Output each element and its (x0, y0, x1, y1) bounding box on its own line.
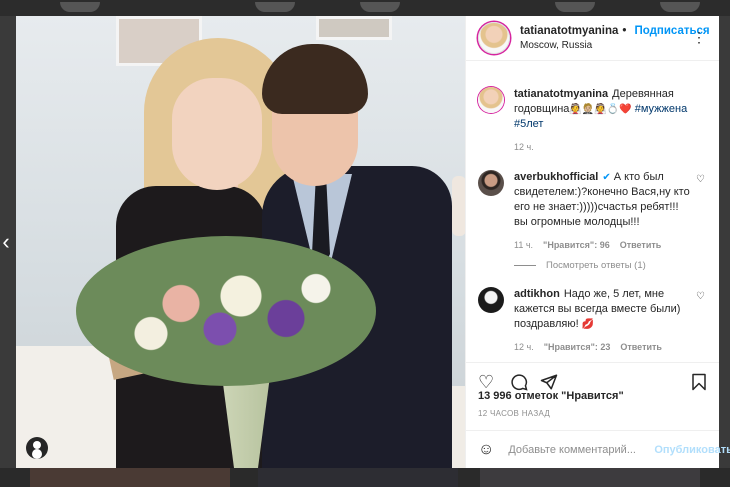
username-link[interactable]: tatianatotmyanina (520, 25, 618, 37)
bookmark-icon[interactable] (691, 373, 707, 394)
caption: tatianatotmyanina Деревянная годовщина👰🤵🏼… (466, 71, 719, 152)
likes-count[interactable]: 13 996 отметок "Нравится" (478, 390, 624, 402)
previous-post-arrow-icon[interactable]: ‹ (0, 231, 12, 253)
background-thumb (480, 468, 700, 487)
background-feed-bottom (0, 468, 730, 487)
header-line: tatianatotmyanina • Подписаться (520, 25, 710, 37)
photo-frame (316, 16, 392, 40)
comment-like-heart-icon[interactable]: ♡ (696, 174, 705, 185)
caption-text: tatianatotmyanina Деревянная годовщина👰🤵🏼… (514, 87, 691, 132)
publish-button[interactable]: Опубликовать (654, 444, 730, 456)
post-header: tatianatotmyanina • Подписаться Moscow, … (466, 16, 719, 61)
dot-separator: • (622, 25, 627, 37)
heart-icon[interactable]: ♡ (478, 373, 494, 391)
avatar[interactable] (478, 22, 510, 54)
comment-item: adtikhon Надо же, 5 лет, мне кажется вы в… (466, 287, 719, 352)
comment-time[interactable]: 11 ч. (514, 240, 533, 250)
emoji-smile-icon[interactable]: ☺ (478, 441, 494, 459)
background-thumb (660, 2, 700, 12)
comment-text: adtikhon Надо же, 5 лет, мне кажется вы в… (514, 287, 691, 332)
comment-username[interactable]: averbukhofficial (514, 171, 598, 183)
verified-badge-icon: ✔ (602, 172, 611, 183)
comment-item: averbukhofficial ✔ А кто был свидетелем:)?… (466, 170, 719, 250)
avatar[interactable] (478, 87, 504, 113)
comment-meta: 11 ч. "Нравится": 96 Ответить (514, 240, 691, 250)
more-options-icon[interactable]: ⋮ (692, 29, 707, 46)
comment-likes[interactable]: "Нравится": 96 (543, 240, 610, 250)
add-comment-bar: ☺ Опубликовать (466, 430, 730, 469)
comments-list[interactable]: tatianatotmyanina Деревянная годовщина👰🤵🏼… (466, 71, 719, 361)
avatar[interactable] (478, 287, 504, 313)
view-replies-label: Посмотреть ответы (1) (546, 260, 646, 271)
comment-emoji: 💋 (581, 319, 595, 330)
post-photo[interactable] (16, 16, 465, 468)
location-link[interactable]: Moscow, Russia (520, 40, 710, 51)
caption-meta: 12 ч. (514, 142, 691, 152)
reply-button[interactable]: Ответить (620, 342, 662, 352)
background-thumb (60, 2, 100, 12)
tagged-user-icon[interactable] (26, 437, 48, 459)
caption-time[interactable]: 12 ч. (514, 142, 534, 152)
comment-time[interactable]: 12 ч. (514, 342, 534, 352)
avatar[interactable] (478, 170, 504, 196)
background-thumb (258, 468, 458, 487)
caption-username[interactable]: tatianatotmyanina (514, 88, 608, 100)
background-thumb (555, 2, 595, 12)
comment-like-heart-icon[interactable]: ♡ (696, 291, 705, 302)
header-text: tatianatotmyanina • Подписаться Moscow, … (520, 25, 710, 51)
comment-meta: 12 ч. "Нравится": 23 Ответить (514, 342, 691, 352)
post-side-panel: tatianatotmyanina • Подписаться Moscow, … (465, 16, 730, 469)
background-thumb (30, 468, 230, 487)
background-feed-top (0, 0, 730, 16)
photo-door-handle (452, 176, 465, 236)
comment-text: averbukhofficial ✔ А кто был свидетелем:)?… (514, 170, 691, 230)
post-time[interactable]: 12 ЧАСОВ НАЗАД (478, 409, 550, 418)
caption-emojis: 👰🤵🏼👰💍❤️ (569, 104, 632, 115)
woman-face (172, 78, 262, 190)
background-thumb (255, 2, 295, 12)
comment-username[interactable]: adtikhon (514, 288, 560, 300)
comment-input[interactable] (506, 443, 651, 457)
background-thumb (360, 2, 400, 12)
replies-line (514, 265, 536, 266)
bouquet (76, 236, 376, 386)
view-replies-button[interactable]: Посмотреть ответы (1) (514, 260, 719, 271)
comment-likes[interactable]: "Нравится": 23 (544, 342, 611, 352)
reply-button[interactable]: Ответить (620, 240, 662, 250)
post-modal: tatianatotmyanina • Подписаться Moscow, … (16, 16, 730, 469)
